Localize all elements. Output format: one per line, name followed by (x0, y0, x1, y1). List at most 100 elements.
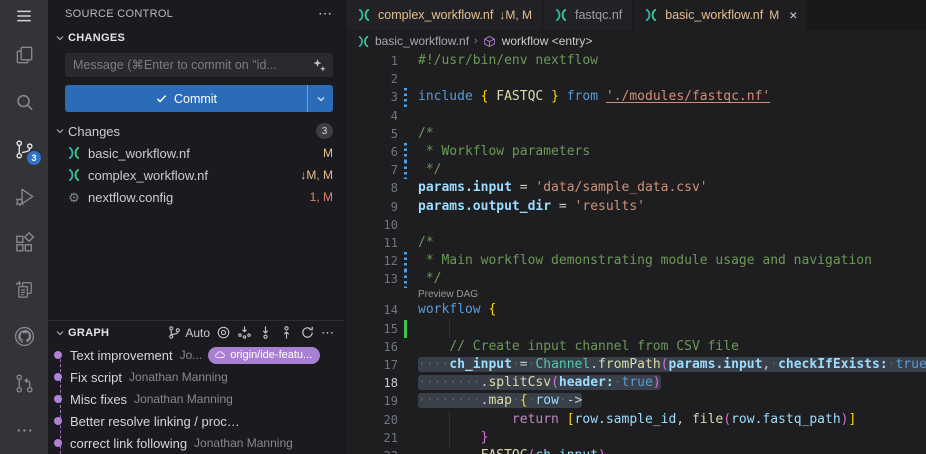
editor-group: complex_workflow.nf↓M, Mfastqc.nfbasic_w… (345, 0, 926, 454)
branch-name: origin/ide-featu... (230, 349, 312, 361)
line-number: 18 (346, 374, 398, 392)
activity-source-control[interactable]: 3 (0, 126, 48, 173)
code-line-15[interactable]: 15 (346, 320, 926, 338)
scm-file-row[interactable]: basic_workflow.nfM (48, 142, 345, 164)
line-number: 14 (346, 301, 398, 319)
pull-icon[interactable] (258, 325, 273, 340)
commit-row[interactable]: Misc fixesJonathan Manning (48, 388, 345, 410)
activity-pull-request[interactable] (0, 360, 48, 407)
code-line-2[interactable]: 2 (346, 70, 926, 88)
code-line-16[interactable]: 16 // Create input channel from CSV file (346, 338, 926, 356)
sparkle-ai-icon[interactable] (312, 58, 327, 73)
line-number: 10 (346, 216, 398, 234)
graph-section-label: GRAPH (68, 327, 109, 339)
code-content: */ (412, 161, 441, 179)
gutter (402, 411, 412, 429)
code-line-17[interactable]: 17····ch_input·=·Channel.fromPath(params… (346, 356, 926, 374)
commit-row[interactable]: Better resolve linking / process inspect… (48, 410, 345, 432)
commit-button-main[interactable]: Commit (65, 85, 307, 112)
selection-highlight: ····ch_input·=·Channel.fromPath(params.i… (418, 357, 926, 372)
code-line-7[interactable]: 7 */ (346, 161, 926, 179)
close-icon[interactable]: × (789, 7, 797, 23)
code-line-1[interactable]: 1#!/usr/bin/env nextflow (346, 52, 926, 70)
code-line-21[interactable]: 21 } (346, 429, 926, 447)
code-line-6[interactable]: 6 * Workflow parameters (346, 143, 926, 161)
code-content: FASTQC(ch_input) (412, 447, 606, 454)
code-line-4[interactable]: 4 (346, 107, 926, 125)
tab-fastqc.nf[interactable]: fastqc.nf (543, 0, 633, 30)
scm-file-row[interactable]: complex_workflow.nf↓M, M (48, 164, 345, 186)
code-lens-preview-dag[interactable]: Preview DAG (346, 288, 926, 301)
code-line-11[interactable]: 11/* (346, 234, 926, 252)
chevron-down-icon[interactable] (52, 325, 68, 341)
code-line-5[interactable]: 5/* (346, 125, 926, 143)
branch-icon (167, 325, 182, 340)
auto-layout-button[interactable]: Auto (167, 325, 210, 340)
commit-message-input[interactable] (73, 58, 312, 72)
activity-search[interactable] (0, 79, 48, 126)
breadcrumb-file[interactable]: basic_workflow.nf (375, 34, 469, 48)
graph-more-icon[interactable]: ⋯ (321, 325, 335, 341)
commit-dropdown-button[interactable] (307, 85, 333, 112)
activity-explorer[interactable] (0, 32, 48, 79)
code-line-13[interactable]: 13 */ (346, 270, 926, 288)
code-content: ········.splitCsv(header:·true) (412, 374, 661, 392)
changes-group-row[interactable]: Changes 3 (48, 120, 345, 142)
chevron-down-icon (52, 30, 68, 46)
nextflow-file-icon (643, 7, 659, 23)
code-line-8[interactable]: 8params.input = 'data/sample_data.csv' (346, 179, 926, 197)
activity-more[interactable] (0, 407, 48, 454)
gutter (402, 234, 412, 252)
code-line-19[interactable]: 19········.map·{·row·-> (346, 392, 926, 410)
code-line-14[interactable]: 14workflow { (346, 301, 926, 319)
target-icon[interactable] (216, 325, 231, 340)
gutter (402, 198, 412, 216)
code-content (412, 216, 418, 234)
tab-basic_workflow.nf[interactable]: basic_workflow.nfM× (633, 0, 808, 30)
breadcrumb-symbol[interactable]: workflow <entry> (502, 34, 593, 48)
code-content: * Main workflow demonstrating module usa… (412, 252, 872, 270)
commit-row[interactable]: Fix scriptJonathan Manning (48, 366, 345, 388)
cloud-icon (214, 349, 226, 361)
activity-docs-sync[interactable] (0, 267, 48, 314)
commit-author: Jonathan Manning (194, 436, 293, 450)
code-line-9[interactable]: 9params.output_dir = 'results' (346, 198, 926, 216)
commit-dot-icon (54, 351, 62, 359)
sidebar-more-icon[interactable]: ⋯ (318, 5, 333, 22)
commit-button[interactable]: Commit (65, 85, 333, 112)
gear-icon: ⚙ (66, 189, 82, 205)
commit-title: correct link following (70, 436, 187, 451)
code-line-18[interactable]: 18 ········.splitCsv(header:·true) (346, 374, 926, 392)
code-content: /* (412, 234, 434, 252)
activity-run-debug[interactable] (0, 173, 48, 220)
scm-badge: 3 (26, 150, 42, 166)
code-line-10[interactable]: 10 (346, 216, 926, 234)
activity-github[interactable] (0, 313, 48, 360)
tab-complex_workflow.nf[interactable]: complex_workflow.nf↓M, M (346, 0, 543, 30)
code-editor[interactable]: 1#!/usr/bin/env nextflow23include { FAST… (346, 52, 926, 454)
code-line-22[interactable]: 22 FASTQC(ch_input) (346, 447, 926, 454)
refresh-icon[interactable] (300, 325, 315, 340)
activity-extensions[interactable] (0, 220, 48, 267)
code-line-3[interactable]: 3include { FASTQC } from './modules/fast… (346, 88, 926, 106)
pull-request-icon (13, 372, 36, 395)
activity-menu[interactable] (0, 0, 48, 32)
line-number: 1 (346, 52, 398, 70)
code-content: ········.map·{·row·-> (412, 392, 582, 410)
nextflow-file-icon (356, 34, 370, 48)
commit-row[interactable]: Text improvementJo...origin/ide-featu... (48, 344, 345, 366)
fetch-icon[interactable] (237, 325, 252, 340)
commit-row[interactable]: correct link following Jonathan Manning (48, 432, 345, 454)
code-line-20[interactable]: 20 return [row.sample_id, file(row.fastq… (346, 411, 926, 429)
gutter (402, 125, 412, 143)
line-number: 8 (346, 179, 398, 197)
scm-file-row[interactable]: ⚙nextflow.config1, M (48, 186, 345, 208)
changes-section-header[interactable]: CHANGES (48, 27, 345, 49)
code-line-12[interactable]: 12 * Main workflow demonstrating module … (346, 252, 926, 270)
gutter (402, 356, 412, 374)
graph-section-header: GRAPH Auto ⋯ (48, 321, 345, 344)
tab-label: complex_workflow.nf (378, 8, 493, 22)
gutter (402, 301, 412, 319)
remote-branch-pill[interactable]: origin/ide-featu... (208, 347, 320, 364)
push-icon[interactable] (279, 325, 294, 340)
